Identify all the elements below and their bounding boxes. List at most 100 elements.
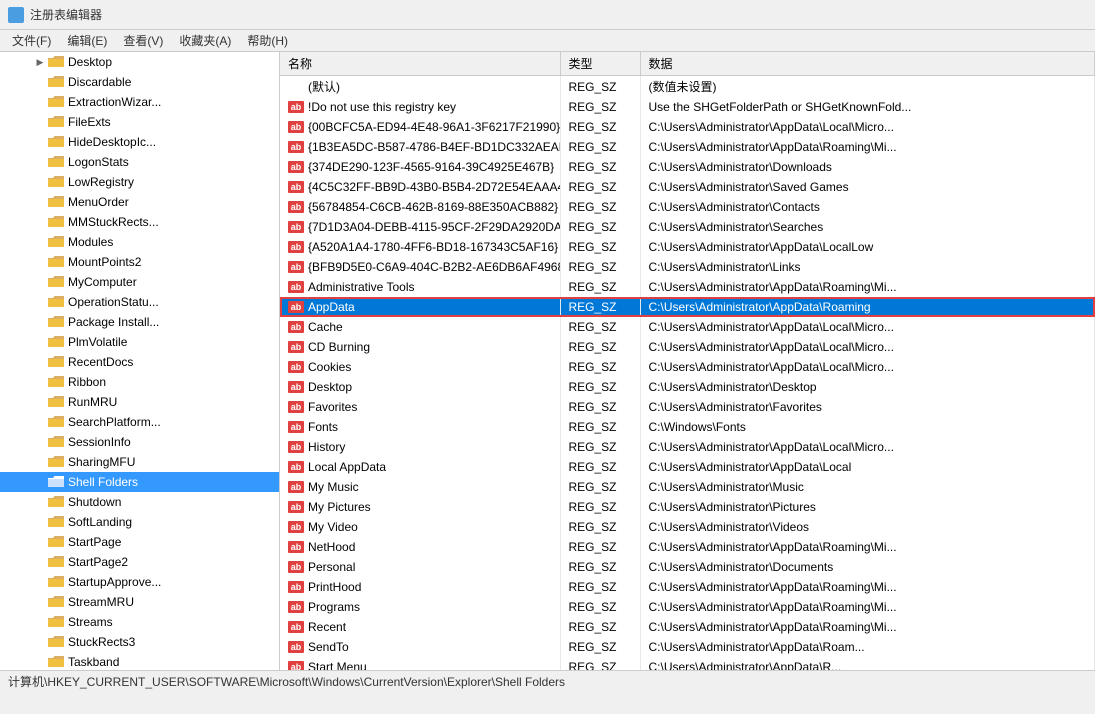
tree-item[interactable]: SearchPlatform...	[0, 412, 279, 432]
tree-item[interactable]: FileExts	[0, 112, 279, 132]
table-row[interactable]: abAdministrative ToolsREG_SZC:\Users\Adm…	[280, 277, 1095, 297]
expand-icon[interactable]	[32, 454, 48, 470]
expand-icon[interactable]: ▶	[32, 54, 48, 70]
expand-icon[interactable]	[32, 414, 48, 430]
tree-item[interactable]: RunMRU	[0, 392, 279, 412]
expand-icon[interactable]	[32, 214, 48, 230]
col-header-data[interactable]: 数据	[640, 52, 1095, 76]
tree-item[interactable]: SessionInfo	[0, 432, 279, 452]
table-row[interactable]: abMy PicturesREG_SZC:\Users\Administrato…	[280, 497, 1095, 517]
table-row[interactable]: ab{A520A1A4-1780-4FF6-BD18-167343C5AF16}…	[280, 237, 1095, 257]
expand-icon[interactable]	[32, 614, 48, 630]
tree-item[interactable]: RecentDocs	[0, 352, 279, 372]
table-row[interactable]: abMy MusicREG_SZC:\Users\Administrator\M…	[280, 477, 1095, 497]
tree-item[interactable]: Discardable	[0, 72, 279, 92]
expand-icon[interactable]	[32, 194, 48, 210]
tree-item[interactable]: MountPoints2	[0, 252, 279, 272]
tree-item[interactable]: StreamMRU	[0, 592, 279, 612]
tree-item[interactable]: StuckRects3	[0, 632, 279, 652]
table-row[interactable]: ab{374DE290-123F-4565-9164-39C4925E467B}…	[280, 157, 1095, 177]
menu-item[interactable]: 帮助(H)	[239, 30, 296, 51]
menu-item[interactable]: 收藏夹(A)	[171, 30, 239, 51]
tree-item[interactable]: StartPage2	[0, 552, 279, 572]
table-row[interactable]: abFavoritesREG_SZC:\Users\Administrator\…	[280, 397, 1095, 417]
expand-icon[interactable]	[32, 634, 48, 650]
col-header-type[interactable]: 类型	[560, 52, 640, 76]
expand-icon[interactable]	[32, 394, 48, 410]
tree-item[interactable]: LogonStats	[0, 152, 279, 172]
table-row[interactable]: abMy VideoREG_SZC:\Users\Administrator\V…	[280, 517, 1095, 537]
table-row[interactable]: abDesktopREG_SZC:\Users\Administrator\De…	[280, 377, 1095, 397]
tree-item[interactable]: LowRegistry	[0, 172, 279, 192]
expand-icon[interactable]	[32, 374, 48, 390]
expand-icon[interactable]	[32, 114, 48, 130]
expand-icon[interactable]	[32, 434, 48, 450]
table-row[interactable]: abCookiesREG_SZC:\Users\Administrator\Ap…	[280, 357, 1095, 377]
table-row[interactable]: ab{1B3EA5DC-B587-4786-B4EF-BD1DC332AEAE}…	[280, 137, 1095, 157]
tree-item[interactable]: SoftLanding	[0, 512, 279, 532]
tree-item[interactable]: ExtractionWizar...	[0, 92, 279, 112]
table-row[interactable]: abAppDataREG_SZC:\Users\Administrator\Ap…	[280, 297, 1095, 317]
table-row[interactable]: abCD BurningREG_SZC:\Users\Administrator…	[280, 337, 1095, 357]
expand-icon[interactable]	[32, 154, 48, 170]
expand-icon[interactable]	[32, 174, 48, 190]
expand-icon[interactable]	[32, 234, 48, 250]
expand-icon[interactable]	[32, 74, 48, 90]
table-row[interactable]: abPrintHoodREG_SZC:\Users\Administrator\…	[280, 577, 1095, 597]
table-row[interactable]: ab{BFB9D5E0-C6A9-404C-B2B2-AE6DB6AF4968}…	[280, 257, 1095, 277]
expand-icon[interactable]	[32, 94, 48, 110]
tree-item[interactable]: Taskband	[0, 652, 279, 670]
tree-item[interactable]: MyComputer	[0, 272, 279, 292]
expand-icon[interactable]	[32, 354, 48, 370]
expand-icon[interactable]	[32, 554, 48, 570]
expand-icon[interactable]	[32, 574, 48, 590]
expand-icon[interactable]	[32, 314, 48, 330]
tree-item[interactable]: PlmVolatile	[0, 332, 279, 352]
expand-icon[interactable]	[32, 254, 48, 270]
table-row[interactable]: abLocal AppDataREG_SZC:\Users\Administra…	[280, 457, 1095, 477]
expand-icon[interactable]	[32, 294, 48, 310]
tree-item[interactable]: Ribbon	[0, 372, 279, 392]
tree-item[interactable]: SharingMFU	[0, 452, 279, 472]
table-row[interactable]: abPersonalREG_SZC:\Users\Administrator\D…	[280, 557, 1095, 577]
menu-item[interactable]: 文件(F)	[4, 30, 59, 51]
tree-item[interactable]: MenuOrder	[0, 192, 279, 212]
table-row[interactable]: abNetHoodREG_SZC:\Users\Administrator\Ap…	[280, 537, 1095, 557]
table-row[interactable]: abRecentREG_SZC:\Users\Administrator\App…	[280, 617, 1095, 637]
table-row[interactable]: ab{7D1D3A04-DEBB-4115-95CF-2F29DA2920DA}…	[280, 217, 1095, 237]
table-row[interactable]: abProgramsREG_SZC:\Users\Administrator\A…	[280, 597, 1095, 617]
expand-icon[interactable]	[32, 514, 48, 530]
menu-item[interactable]: 查看(V)	[115, 30, 171, 51]
table-row[interactable]: abStart MenuREG_SZC:\Users\Administrator…	[280, 657, 1095, 670]
tree-item[interactable]: Shutdown	[0, 492, 279, 512]
table-row[interactable]: (默认)REG_SZ(数值未设置)	[280, 76, 1095, 98]
tree-item[interactable]: Shell Folders	[0, 472, 279, 492]
tree-item[interactable]: ▶ Desktop	[0, 52, 279, 72]
tree-item[interactable]: MMStuckRects...	[0, 212, 279, 232]
table-row[interactable]: abHistoryREG_SZC:\Users\Administrator\Ap…	[280, 437, 1095, 457]
table-row[interactable]: ab!Do not use this registry keyREG_SZUse…	[280, 97, 1095, 117]
tree-item[interactable]: StartupApprove...	[0, 572, 279, 592]
menu-item[interactable]: 编辑(E)	[59, 30, 115, 51]
expand-icon[interactable]	[32, 274, 48, 290]
table-row[interactable]: ab{56784854-C6CB-462B-8169-88E350ACB882}…	[280, 197, 1095, 217]
tree-item[interactable]: Streams	[0, 612, 279, 632]
tree-item[interactable]: Modules	[0, 232, 279, 252]
expand-icon[interactable]	[32, 334, 48, 350]
expand-icon[interactable]	[32, 534, 48, 550]
tree-item[interactable]: StartPage	[0, 532, 279, 552]
table-row[interactable]: abCacheREG_SZC:\Users\Administrator\AppD…	[280, 317, 1095, 337]
table-row[interactable]: abSendToREG_SZC:\Users\Administrator\App…	[280, 637, 1095, 657]
tree-item[interactable]: OperationStatu...	[0, 292, 279, 312]
expand-icon[interactable]	[32, 594, 48, 610]
expand-icon[interactable]	[32, 494, 48, 510]
expand-icon[interactable]	[32, 654, 48, 670]
expand-icon[interactable]	[32, 134, 48, 150]
table-row[interactable]: ab{00BCFC5A-ED94-4E48-96A1-3F6217F21990}…	[280, 117, 1095, 137]
expand-icon[interactable]	[32, 474, 48, 490]
tree-item[interactable]: Package Install...	[0, 312, 279, 332]
table-row[interactable]: abFontsREG_SZC:\Windows\Fonts	[280, 417, 1095, 437]
col-header-name[interactable]: 名称	[280, 52, 560, 76]
table-row[interactable]: ab{4C5C32FF-BB9D-43B0-B5B4-2D72E54EAAA4}…	[280, 177, 1095, 197]
tree-item[interactable]: HideDesktopIc...	[0, 132, 279, 152]
